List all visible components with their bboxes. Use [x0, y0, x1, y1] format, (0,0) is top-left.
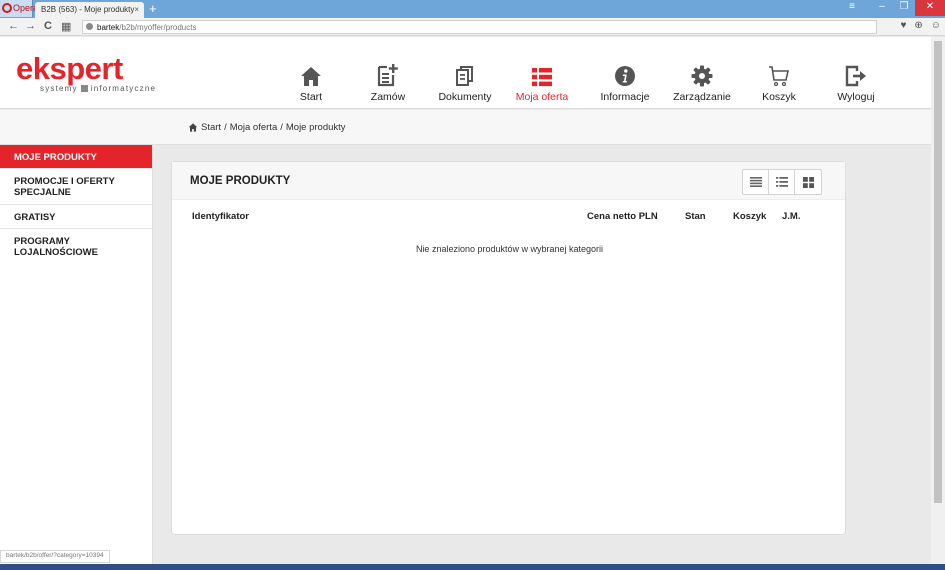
sidebar-item-moje-produkty[interactable]: MOJE PRODUKTY [0, 145, 152, 169]
tab-title: B2B (563) - Moje produkty [41, 5, 135, 14]
window-close-icon[interactable]: ✕ [915, 0, 945, 16]
new-order-icon [377, 64, 398, 87]
list-view-icon [749, 177, 762, 187]
documents-icon [456, 66, 473, 86]
ekspert-logo[interactable]: ekspert systemy informatyczne [16, 51, 156, 93]
breadcrumb: Start / Moja oferta / Moje produkty [188, 122, 346, 133]
column-header-stan[interactable]: Stan [685, 211, 706, 222]
sidebar-item-gratisy[interactable]: GRATISY [0, 205, 152, 229]
products-panel: MOJE PRODUKTY Identyfikator Cena netto P… [171, 161, 846, 535]
new-tab-button[interactable]: + [149, 1, 157, 16]
page-scrollbar[interactable] [931, 37, 945, 570]
column-header-identyfikator[interactable]: Identyfikator [192, 211, 249, 222]
view-toggles [742, 169, 822, 195]
restore-icon[interactable]: ❐ [893, 0, 915, 16]
nav-dokumenty[interactable]: Dokumenty [436, 59, 494, 103]
site-info-icon[interactable] [86, 23, 93, 30]
breadcrumb-separator: / [224, 122, 227, 133]
nav-label-start: Start [299, 91, 323, 103]
nav-label-moja-oferta: Moja oferta [515, 91, 569, 103]
address-bar-row: ← → C ▦ bartek/b2b/myoffer/products ♥ ⊕ … [0, 18, 945, 36]
opera-logo-icon [2, 3, 12, 13]
nav-zarzadzanie[interactable]: Zarządzanie [673, 59, 731, 103]
forward-icon[interactable]: → [25, 20, 36, 32]
column-header-koszyk[interactable]: Koszyk [733, 211, 766, 222]
speed-dial-icon[interactable]: ▦ [61, 20, 71, 33]
window-menu-icon[interactable]: ≡ [841, 0, 863, 16]
nav-wyloguj[interactable]: Wyloguj [827, 59, 885, 103]
reload-icon[interactable]: C [44, 20, 52, 32]
breadcrumb-start[interactable]: Start [201, 122, 221, 133]
panel-title: MOJE PRODUKTY [190, 175, 291, 187]
logo-sub-left: systemy [40, 84, 78, 93]
main-nav: Start Zamów Dokumenty Moja oferta Inform… [282, 59, 904, 103]
sidebar-item-promocje[interactable]: PROMOCJE I OFERTY SPECJALNE [0, 169, 152, 205]
nav-label-koszyk: Koszyk [762, 91, 796, 103]
grid-view-icon [802, 176, 814, 188]
nav-label-informacje: Informacje [600, 91, 650, 103]
heart-icon[interactable]: ♥ [900, 20, 906, 31]
cart-icon [769, 66, 789, 87]
nav-zamow[interactable]: Zamów [359, 59, 417, 103]
nav-koszyk[interactable]: Koszyk [750, 59, 808, 103]
nav-label-zarzadzanie: Zarządzanie [673, 91, 731, 103]
download-icon[interactable]: ⊕ [914, 20, 922, 31]
window-controls: ≡ – ❐ ✕ [841, 0, 945, 16]
breadcrumb-separator: / [280, 122, 283, 133]
back-icon[interactable]: ← [8, 20, 19, 32]
logo-sub-right: informatyczne [90, 84, 157, 93]
sidebar: MOJE PRODUKTY PROMOCJE I OFERTY SPECJALN… [0, 145, 153, 570]
url-host: bartek [97, 23, 120, 32]
browser-tabbar: Opera B2B (563) - Moje produkty × + ≡ – … [0, 0, 945, 18]
logo-square-icon [80, 85, 88, 92]
breadcrumb-bar: Start / Moja oferta / Moje produkty [0, 110, 931, 145]
nav-label-dokumenty: Dokumenty [438, 91, 492, 103]
nav-label-wyloguj: Wyloguj [837, 91, 875, 103]
empty-state-message: Nie znaleziono produktów w wybranej kate… [415, 244, 604, 254]
gear-icon [691, 65, 713, 87]
detail-list-icon [775, 177, 788, 187]
logout-icon [845, 65, 866, 87]
home-icon [188, 123, 198, 132]
nav-informacje[interactable]: Informacje [596, 59, 654, 103]
scrollbar-thumb[interactable] [934, 41, 942, 503]
list-icon [532, 68, 552, 87]
logo-word: ekspert [16, 51, 123, 86]
home-icon [301, 67, 321, 86]
sidebar-item-programy[interactable]: PROGRAMY LOJALNOŚCIOWE [0, 229, 130, 265]
minimize-icon[interactable]: – [871, 0, 893, 16]
url-field[interactable]: bartek/b2b/myoffer/products [82, 20, 877, 34]
account-icon[interactable]: ☺ [931, 20, 941, 31]
tab-close-icon[interactable]: × [134, 5, 139, 14]
panel-header: MOJE PRODUKTY [172, 162, 845, 200]
nav-start[interactable]: Start [282, 59, 340, 103]
nav-label-zamow: Zamów [370, 91, 406, 103]
address-bar-actions: ♥ ⊕ ☺ [900, 20, 941, 31]
info-icon [615, 66, 635, 86]
view-detail-list-button[interactable] [769, 170, 795, 194]
breadcrumb-current: Moje produkty [285, 122, 346, 133]
breadcrumb-moja-oferta[interactable]: Moja oferta [230, 122, 278, 133]
opera-menu-button[interactable]: Opera [0, 0, 38, 17]
os-taskbar [0, 564, 945, 570]
logo-subtitle: systemy informatyczne [40, 84, 156, 93]
nav-moja-oferta[interactable]: Moja oferta [513, 59, 571, 103]
column-header-cena[interactable]: Cena netto PLN [587, 211, 658, 222]
column-header-jm[interactable]: J.M. [782, 211, 800, 222]
status-url: bartek/b2b/offer/?category=10394 [0, 550, 110, 563]
view-grid-button[interactable] [795, 170, 821, 194]
url-path: /b2b/myoffer/products [119, 23, 197, 32]
view-list-button[interactable] [743, 170, 769, 194]
browser-tab[interactable]: B2B (563) - Moje produkty × [35, 2, 144, 18]
site-header: ekspert systemy informatyczne Start Zamó… [0, 37, 931, 109]
